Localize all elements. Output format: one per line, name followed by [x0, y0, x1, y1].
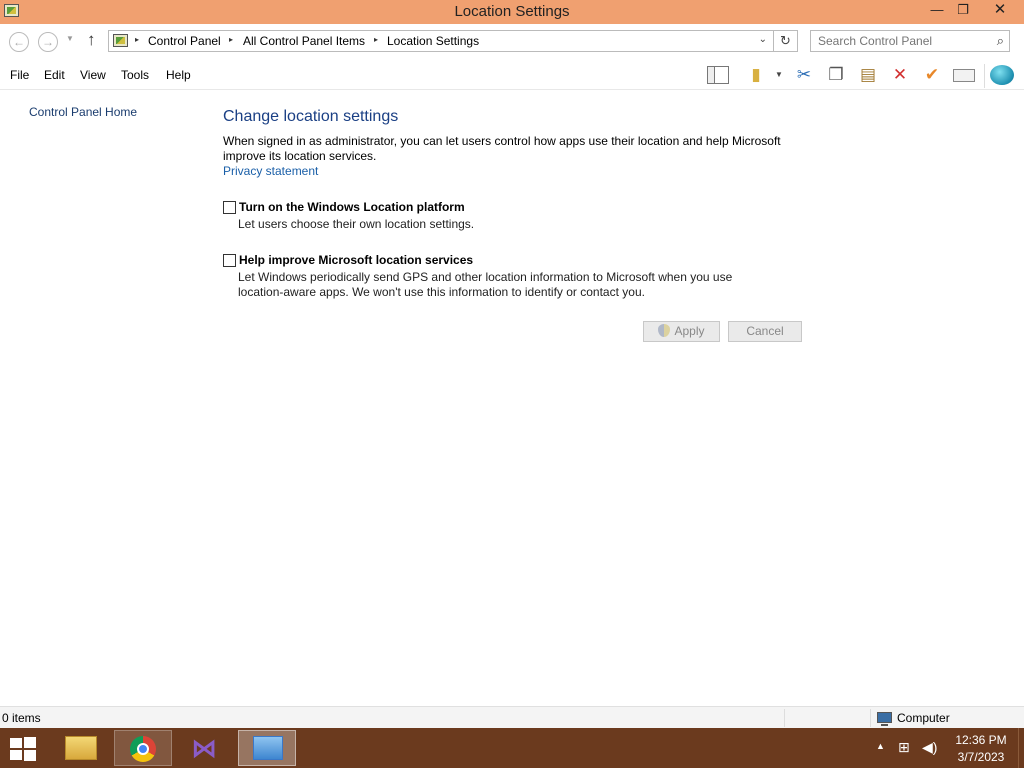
search-input[interactable] — [811, 31, 981, 51]
chevron-down-icon[interactable]: ▼ — [775, 70, 783, 79]
paste-icon[interactable]: ▤ — [856, 64, 880, 86]
clock-time[interactable]: 12:36 PM — [955, 733, 1007, 747]
network-icon[interactable]: ⊞ — [898, 739, 910, 756]
breadcrumb-control-panel[interactable]: Control Panel — [148, 34, 221, 48]
apply-button[interactable]: Apply — [643, 321, 720, 342]
breadcrumb-separator[interactable]: ▸ — [229, 35, 233, 44]
status-location: Computer — [897, 711, 950, 725]
clock-date[interactable]: 3/7/2023 — [955, 750, 1007, 764]
location-platform-description: Let users choose their own location sett… — [238, 217, 475, 231]
chrome-icon[interactable] — [114, 730, 172, 766]
search-box[interactable]: ⌕ — [810, 30, 1010, 52]
refresh-button[interactable]: ↻ — [774, 30, 798, 52]
status-divider — [870, 709, 871, 727]
breadcrumb-separator[interactable]: ▸ — [135, 35, 139, 44]
page-description: When signed in as administrator, you can… — [223, 134, 781, 163]
address-bar[interactable]: ▸ Control Panel ▸ All Control Panel Item… — [108, 30, 774, 52]
control-panel-taskbar-icon[interactable] — [238, 730, 296, 766]
arrow-left-icon: ← — [13, 35, 25, 49]
chevron-down-icon: ▼ — [66, 34, 74, 43]
status-divider — [784, 709, 785, 727]
delete-icon[interactable]: ✕ — [888, 64, 912, 86]
close-button[interactable]: ✕ — [983, 0, 1017, 20]
visual-studio-icon[interactable]: ⋈ — [176, 730, 234, 766]
copy-icon[interactable]: ❐ — [824, 64, 848, 86]
refresh-icon: ↻ — [780, 33, 791, 48]
window-title: Location Settings — [454, 3, 570, 20]
properties-icon[interactable] — [952, 64, 976, 86]
menu-edit[interactable]: Edit — [44, 68, 65, 82]
uac-shield-icon — [658, 324, 671, 337]
toolbar-divider — [984, 64, 985, 88]
up-button[interactable]: ↑ — [87, 30, 96, 50]
address-dropdown-icon[interactable]: ⌄ — [759, 34, 767, 45]
volume-icon[interactable]: ◀) — [922, 739, 937, 756]
breadcrumb-all-items[interactable]: All Control Panel Items — [243, 34, 365, 48]
breadcrumb-separator[interactable]: ▸ — [374, 35, 378, 44]
location-platform-checkbox[interactable] — [223, 201, 236, 214]
title-bar: Location Settings — ❐ ✕ — [0, 0, 1024, 24]
cut-icon[interactable]: ✂ — [792, 64, 816, 86]
menu-file[interactable]: File — [10, 68, 29, 82]
menu-bar: File Edit View Tools Help ▮ ▼ ✂ ❐ ▤ ✕ ✔ — [0, 60, 1024, 90]
globe-icon[interactable] — [990, 64, 1014, 86]
restore-button[interactable]: ❐ — [948, 0, 978, 20]
cancel-button[interactable]: Cancel — [728, 321, 802, 342]
page-title: Change location settings — [223, 108, 399, 125]
layout-icon[interactable] — [706, 64, 730, 86]
folder-icon[interactable]: ▮ — [744, 64, 768, 86]
show-desktop-button[interactable] — [1018, 728, 1024, 768]
privacy-statement-link[interactable]: Privacy statement — [223, 164, 318, 178]
menu-help[interactable]: Help — [166, 68, 191, 82]
windows-start-icon[interactable] — [10, 737, 38, 761]
arrow-up-icon: ↑ — [87, 30, 96, 49]
breadcrumb-location-settings[interactable]: Location Settings — [387, 34, 479, 48]
navigation-bar: ← → ▼ ↑ ▸ Control Panel ▸ All Control Pa… — [0, 24, 1024, 60]
back-button[interactable]: ← — [9, 32, 29, 52]
status-bar: 0 items Computer — [0, 706, 1024, 728]
item-count: 0 items — [2, 711, 41, 725]
control-panel-icon — [113, 34, 128, 47]
apply-label: Apply — [674, 324, 705, 338]
arrow-right-icon: → — [42, 35, 54, 49]
menu-view[interactable]: View — [80, 68, 106, 82]
computer-icon — [877, 712, 892, 726]
improve-location-services-checkbox[interactable] — [223, 254, 236, 267]
menu-tools[interactable]: Tools — [121, 68, 149, 82]
control-panel-home-link[interactable]: Control Panel Home — [29, 105, 137, 119]
checkmark-icon[interactable]: ✔ — [920, 64, 944, 86]
improve-location-services-description: Let Windows periodically send GPS and ot… — [238, 270, 733, 299]
search-icon[interactable]: ⌕ — [997, 33, 1004, 49]
improve-location-services-label[interactable]: Help improve Microsoft location services — [239, 253, 473, 267]
location-platform-label[interactable]: Turn on the Windows Location platform — [239, 200, 465, 214]
forward-button[interactable]: → — [38, 32, 58, 52]
taskbar: ⋈ ▲ ⊞ ◀) 12:36 PM 3/7/2023 — [0, 728, 1024, 768]
file-explorer-icon[interactable] — [52, 730, 110, 766]
tray-expand-icon[interactable]: ▲ — [876, 741, 885, 751]
recent-locations-button[interactable]: ▼ — [66, 34, 74, 43]
